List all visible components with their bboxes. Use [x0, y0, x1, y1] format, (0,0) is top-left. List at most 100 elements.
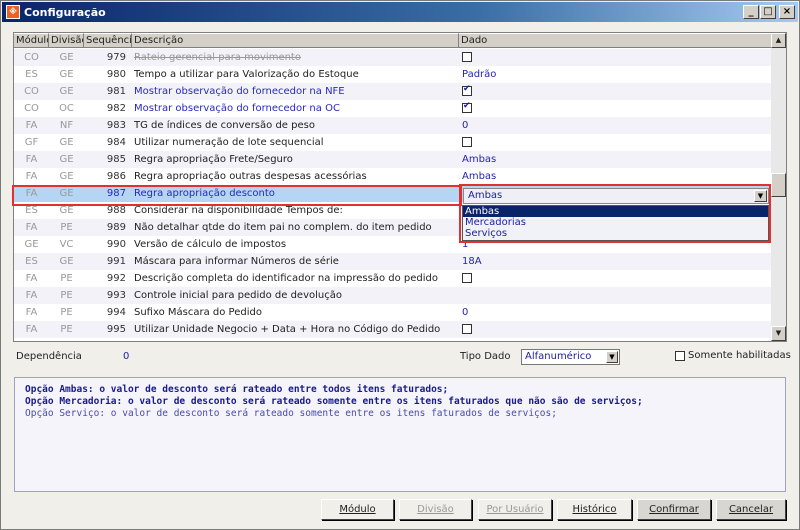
dado-value[interactable]: 0 [462, 120, 468, 131]
divisao-cell: GE [59, 69, 74, 80]
sequencia-cell: 988 [106, 205, 126, 216]
dado-value[interactable]: Ambas [462, 154, 496, 165]
dado-value[interactable]: Ambas [462, 171, 496, 182]
por-usuario-button[interactable]: Por Usuário [478, 499, 552, 520]
dado-cell[interactable]: 0 [459, 307, 772, 318]
dado-checkbox[interactable] [462, 273, 472, 283]
dado-checkbox[interactable] [462, 52, 472, 62]
dado-cell[interactable] [459, 101, 772, 114]
dado-cell[interactable] [459, 137, 772, 148]
dado-cell[interactable]: Ambas [459, 171, 772, 182]
divisao-cell: GE [59, 154, 74, 165]
scroll-up-icon[interactable]: ▲ [771, 33, 786, 48]
description-memo[interactable]: Opção Ambas: o valor de desconto será ra… [14, 377, 786, 492]
divisao-cell: GE [59, 171, 74, 182]
dado-checkbox[interactable] [462, 84, 472, 96]
chevron-down-icon[interactable]: ▼ [754, 190, 767, 202]
descricao-cell: Utilizar numeração de lote sequencial [134, 137, 324, 148]
divisao-cell: GE [59, 205, 74, 216]
sequencia-cell: 993 [106, 290, 126, 301]
sequencia-cell: 982 [106, 103, 126, 114]
descricao-cell: Utilizar Unidade Negocio + Data + Hora n… [134, 324, 441, 335]
confirmar-button[interactable]: Confirmar [637, 499, 711, 520]
descricao-cell: Não detalhar qtde do item pai no complem… [134, 222, 432, 233]
dado-cell[interactable]: Ambas [459, 154, 772, 165]
divisao-cell: VC [59, 239, 74, 250]
dado-value[interactable]: 0 [462, 307, 468, 318]
col-modulo[interactable]: Módulo [14, 33, 49, 48]
table-row[interactable]: ES GE 980 Tempo a utilizar para Valoriza… [14, 66, 772, 83]
dado-value[interactable]: 18A [462, 256, 482, 267]
option-ambas[interactable]: Ambas [463, 206, 768, 217]
chevron-down-icon[interactable]: ▼ [606, 351, 618, 363]
table-row[interactable]: CO GE 981 Mostrar observação do forneced… [14, 83, 772, 100]
scroll-down-icon[interactable]: ▼ [771, 326, 786, 341]
table-row[interactable]: FA GE 986 Regra apropriação outras despe… [14, 168, 772, 185]
historico-button[interactable]: Histórico [557, 499, 632, 520]
divisao-cell: PE [60, 307, 73, 318]
modulo-cell: CO [24, 103, 39, 114]
grid-header: Módulo Divisão Sequência Descrição Dado [14, 33, 772, 48]
modulo-cell: FA [25, 324, 38, 335]
option-servicos[interactable]: Serviços [463, 228, 768, 239]
col-descricao[interactable]: Descrição [132, 33, 459, 48]
dado-checkbox[interactable] [462, 101, 472, 113]
table-row[interactable]: FA PE 994 Sufixo Máscara do Pedido 0 [14, 304, 772, 321]
sequencia-cell: 992 [106, 273, 126, 284]
minimize-button[interactable]: _ [743, 5, 759, 19]
table-row[interactable]: FA PE 992 Descrição completa do identifi… [14, 270, 772, 287]
sequencia-cell: 991 [106, 256, 126, 267]
tipo-dado-select[interactable]: Alfanumérico ▼ [521, 349, 620, 365]
dado-combobox[interactable]: Ambas ▼ [463, 188, 769, 204]
divisao-cell: PE [60, 222, 73, 233]
sequencia-cell: 987 [106, 188, 126, 199]
col-divisao[interactable]: Divisão [49, 33, 84, 48]
sequencia-cell: 989 [106, 222, 126, 233]
table-row[interactable]: CO GE 979 Rateio gerencial para moviment… [14, 49, 772, 66]
table-row[interactable]: ES GE 991 Máscara para informar Números … [14, 253, 772, 270]
table-row[interactable]: FA NF 983 TG de índices de conversão de … [14, 117, 772, 134]
maximize-button[interactable]: □ [760, 5, 776, 19]
somente-habilitadas-checkbox[interactable] [675, 351, 685, 361]
divisao-button[interactable]: Divisão [399, 499, 472, 520]
sequencia-cell: 980 [106, 69, 126, 80]
table-row[interactable]: GF GE 984 Utilizar numeração de lote seq… [14, 134, 772, 151]
dado-checkbox[interactable] [462, 324, 472, 334]
modulo-cell: ES [25, 205, 38, 216]
divisao-cell: GE [59, 86, 74, 97]
scroll-thumb[interactable] [771, 173, 786, 197]
sequencia-cell: 983 [106, 120, 126, 131]
combo-value: Ambas [468, 190, 503, 201]
cancelar-button[interactable]: Cancelar [716, 499, 786, 520]
descricao-cell: Mostrar observação do fornecedor na NFE [134, 86, 345, 97]
descricao-cell: Considerar na disponibilidade Tempos de: [134, 205, 343, 216]
vertical-scrollbar[interactable]: ▲ ▼ [771, 33, 786, 341]
table-row[interactable]: CO OC 982 Mostrar observação do forneced… [14, 100, 772, 117]
divisao-cell: PE [60, 273, 73, 284]
divisao-cell: OC [59, 103, 74, 114]
dado-cell[interactable] [459, 52, 772, 63]
dado-checkbox[interactable] [462, 137, 472, 147]
modulo-cell: FA [25, 154, 38, 165]
table-row[interactable]: FA PE 993 Controle inicial para pedido d… [14, 287, 772, 304]
tipo-dado-label: Tipo Dado [460, 351, 511, 362]
modulo-cell: FA [25, 120, 38, 131]
table-row[interactable]: FA GE 985 Regra apropriação Frete/Seguro… [14, 151, 772, 168]
dado-value[interactable]: Padrão [462, 69, 496, 80]
dado-cell[interactable]: Padrão [459, 69, 772, 80]
sequencia-cell: 995 [106, 324, 126, 335]
option-mercadorias[interactable]: Mercadorias [463, 217, 768, 228]
dado-cell[interactable] [459, 84, 772, 97]
dado-cell[interactable]: 18A [459, 256, 772, 267]
window-title: Configuração [24, 5, 106, 19]
modulo-cell: FA [25, 307, 38, 318]
table-row[interactable]: FA PE 995 Utilizar Unidade Negocio + Dat… [14, 321, 772, 338]
col-sequencia[interactable]: Sequência [84, 33, 132, 48]
dado-cell[interactable]: 0 [459, 120, 772, 131]
modulo-button[interactable]: Módulo [321, 499, 394, 520]
dado-cell[interactable] [459, 273, 772, 284]
dado-cell[interactable] [459, 324, 772, 335]
col-dado[interactable]: Dado [459, 33, 772, 48]
close-button[interactable]: × [779, 5, 795, 19]
modulo-cell: FA [25, 171, 38, 182]
